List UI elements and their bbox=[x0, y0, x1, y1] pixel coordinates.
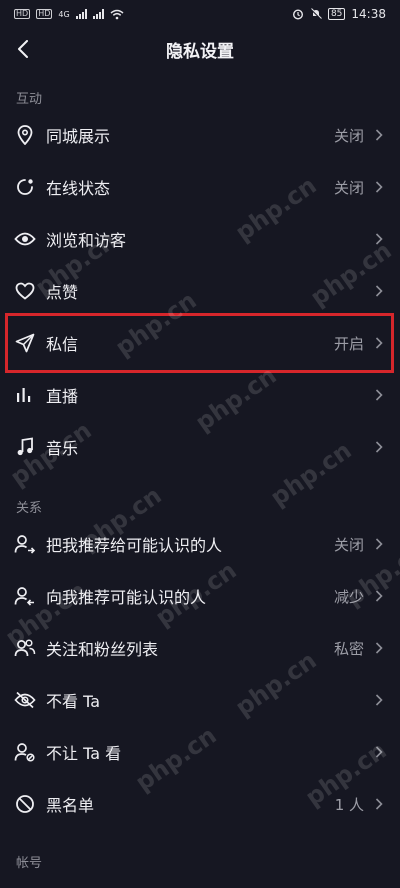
battery-indicator: 85 bbox=[327, 8, 346, 20]
row-value: 关闭 bbox=[333, 535, 364, 554]
row-hide-them[interactable]: 不看 Ta bbox=[0, 674, 400, 726]
status-left: HD HD 4G bbox=[14, 9, 124, 20]
row-label: 把我推荐给可能认识的人 bbox=[46, 536, 223, 555]
row-label: 不让 Ta 看 bbox=[46, 744, 122, 763]
row-label: 私信 bbox=[46, 335, 79, 354]
user-share-icon bbox=[14, 533, 36, 555]
row-value: 私密 bbox=[333, 639, 364, 658]
row-local-display[interactable]: 同城展示 关闭 bbox=[0, 109, 400, 161]
status-right: 85 14:38 bbox=[292, 7, 386, 21]
row-direct-message[interactable]: 私信 开启 bbox=[0, 317, 400, 369]
live-bars-icon bbox=[14, 384, 36, 406]
section-label-interaction: 互动 bbox=[16, 92, 43, 107]
chevron-right-icon bbox=[374, 537, 384, 551]
row-value: 开启 bbox=[333, 334, 364, 353]
chevron-right-icon bbox=[374, 284, 384, 298]
chevron-right-icon bbox=[374, 180, 384, 194]
sim-tag-2: HD bbox=[36, 9, 53, 19]
send-icon bbox=[14, 332, 36, 354]
chevron-right-icon bbox=[374, 128, 384, 142]
row-label: 在线状态 bbox=[46, 179, 111, 198]
signal-icon bbox=[75, 9, 87, 19]
sim-tag-1: HD bbox=[14, 9, 31, 19]
row-recommend-me[interactable]: 把我推荐给可能认识的人 关闭 bbox=[0, 518, 400, 570]
row-online-status[interactable]: 在线状态 关闭 bbox=[0, 161, 400, 213]
back-button[interactable] bbox=[10, 36, 36, 62]
chevron-right-icon bbox=[374, 641, 384, 655]
row-value: 关闭 bbox=[333, 178, 364, 197]
row-label: 直播 bbox=[46, 387, 79, 406]
row-label: 同城展示 bbox=[46, 127, 111, 146]
wifi-icon bbox=[110, 9, 124, 19]
user-block-icon bbox=[14, 741, 36, 763]
row-label: 关注和粉丝列表 bbox=[46, 640, 159, 659]
status-bar: HD HD 4G 85 14:38 bbox=[0, 0, 400, 28]
row-value: 1 人 bbox=[334, 795, 364, 814]
online-status-icon bbox=[14, 176, 36, 198]
row-follow-fan-list[interactable]: 关注和粉丝列表 私密 bbox=[0, 622, 400, 674]
chevron-left-icon bbox=[18, 40, 28, 58]
chevron-right-icon bbox=[374, 388, 384, 402]
location-pin-icon bbox=[14, 124, 36, 146]
eye-off-icon bbox=[14, 689, 36, 711]
user-recommend-icon bbox=[14, 585, 36, 607]
row-value: 关闭 bbox=[333, 126, 364, 145]
row-label: 黑名单 bbox=[46, 796, 95, 815]
chevron-right-icon bbox=[374, 797, 384, 811]
alarm-icon bbox=[292, 9, 303, 20]
signal-icon-2 bbox=[92, 9, 104, 19]
eye-icon bbox=[14, 228, 36, 250]
chevron-right-icon bbox=[374, 440, 384, 454]
ban-icon bbox=[14, 793, 36, 815]
section-label-account: 帐号 bbox=[16, 856, 43, 871]
row-label: 不看 Ta bbox=[46, 692, 101, 711]
network-label: 4G bbox=[58, 9, 70, 19]
section-label-relationship: 关系 bbox=[16, 501, 43, 516]
status-time: 14:38 bbox=[351, 7, 386, 21]
chevron-right-icon bbox=[374, 693, 384, 707]
page-title: 隐私设置 bbox=[166, 41, 234, 62]
top-navbar: 隐私设置 bbox=[0, 28, 400, 70]
mute-icon bbox=[310, 8, 322, 20]
chevron-right-icon bbox=[374, 336, 384, 350]
